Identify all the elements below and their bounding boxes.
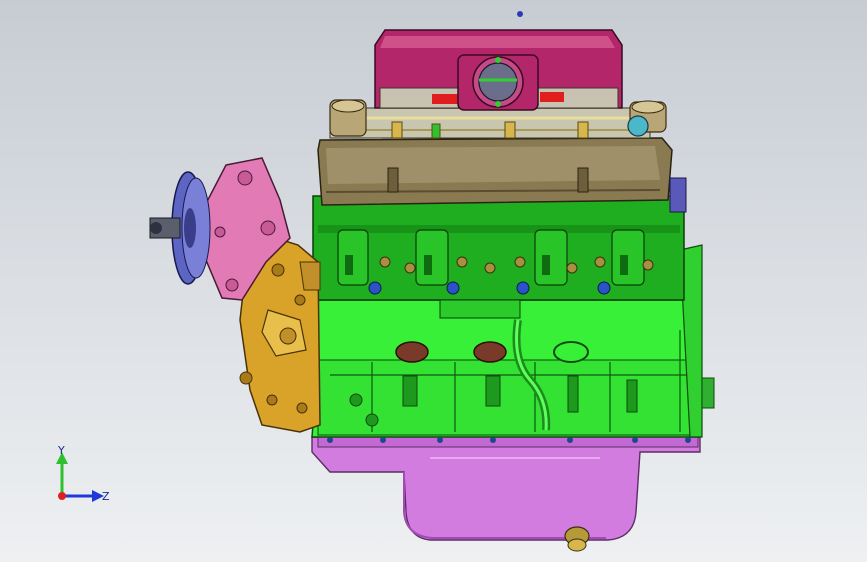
valve-cover[interactable]: [317, 137, 687, 213]
z-axis-label: Z: [102, 490, 110, 503]
oil-pan[interactable]: [311, 436, 701, 552]
3d-model-viewport[interactable]: [0, 0, 867, 562]
axis-triad-labels: Y Z: [44, 440, 124, 510]
engine-block[interactable]: [311, 299, 701, 443]
y-axis-label: Y: [57, 444, 65, 457]
crank-pulley[interactable]: [149, 171, 211, 285]
throttle-body[interactable]: [457, 54, 539, 111]
intake-manifold[interactable]: [374, 11, 623, 111]
cylinder-head[interactable]: [312, 195, 685, 319]
